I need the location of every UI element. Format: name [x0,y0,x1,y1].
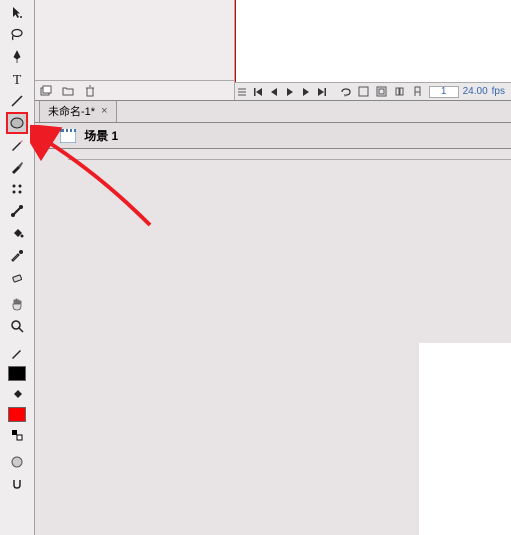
stage-area[interactable] [35,149,511,535]
scene-bar: ⇦ 场景 1 [35,123,511,149]
fill-swatch[interactable] [8,407,26,422]
onion-outline-icon[interactable] [375,85,389,99]
bucket-tool[interactable] [6,222,28,244]
option-1[interactable] [6,451,28,473]
document-tab-label: 未命名-1* [48,103,95,119]
lasso-tool[interactable] [6,24,28,46]
toolbox: T [0,0,35,535]
marker-icon[interactable] [411,85,425,99]
new-folder-icon[interactable] [61,84,75,98]
first-frame-button[interactable] [251,85,265,99]
text-tool[interactable]: T [6,68,28,90]
snap-option[interactable] [6,473,28,495]
scene-name: 场景 1 [84,127,118,144]
scene-icon [60,129,76,143]
current-frame-input[interactable] [429,86,459,98]
selection-tool[interactable] [6,2,28,24]
fps-value[interactable]: 24.00 [463,86,488,97]
onion-skin-icon[interactable] [357,85,371,99]
oval-tool[interactable] [6,112,28,134]
pencil-tool[interactable] [6,134,28,156]
timeline-options-icon[interactable] [235,85,249,99]
close-tab-icon[interactable]: × [101,105,107,117]
stage-canvas[interactable] [419,343,511,535]
next-frame-button[interactable] [299,85,313,99]
line-tool[interactable] [6,90,28,112]
swap-colors[interactable] [6,424,28,446]
pen-tool[interactable] [6,46,28,68]
back-arrow-icon[interactable]: ⇦ [43,129,52,142]
last-frame-button[interactable] [315,85,329,99]
stroke-swatch[interactable] [8,366,26,381]
hand-tool[interactable] [6,293,28,315]
prev-frame-button[interactable] [267,85,281,99]
edit-frames-icon[interactable] [393,85,407,99]
svg-text:T: T [13,73,22,86]
delete-layer-icon[interactable] [83,84,97,98]
eyedropper-tool[interactable] [6,244,28,266]
document-tab-bar: 未命名-1* × [35,101,511,123]
timeline-panel: 24.00 fps [35,0,511,101]
deco-tool[interactable] [6,178,28,200]
brush-tool[interactable] [6,156,28,178]
play-button[interactable] [283,85,297,99]
stroke-color-tool[interactable] [6,342,28,364]
loop-button[interactable] [339,85,353,99]
playhead[interactable] [235,0,236,84]
document-tab[interactable]: 未命名-1* × [39,99,117,122]
eraser-tool[interactable] [6,266,28,288]
bone-tool[interactable] [6,200,28,222]
zoom-tool[interactable] [6,315,28,337]
layer-list[interactable] [35,0,234,80]
new-layer-icon[interactable] [39,84,53,98]
horizontal-scrollbar[interactable] [68,149,511,160]
fill-color-tool[interactable] [6,383,28,405]
fps-label: fps [492,86,505,97]
